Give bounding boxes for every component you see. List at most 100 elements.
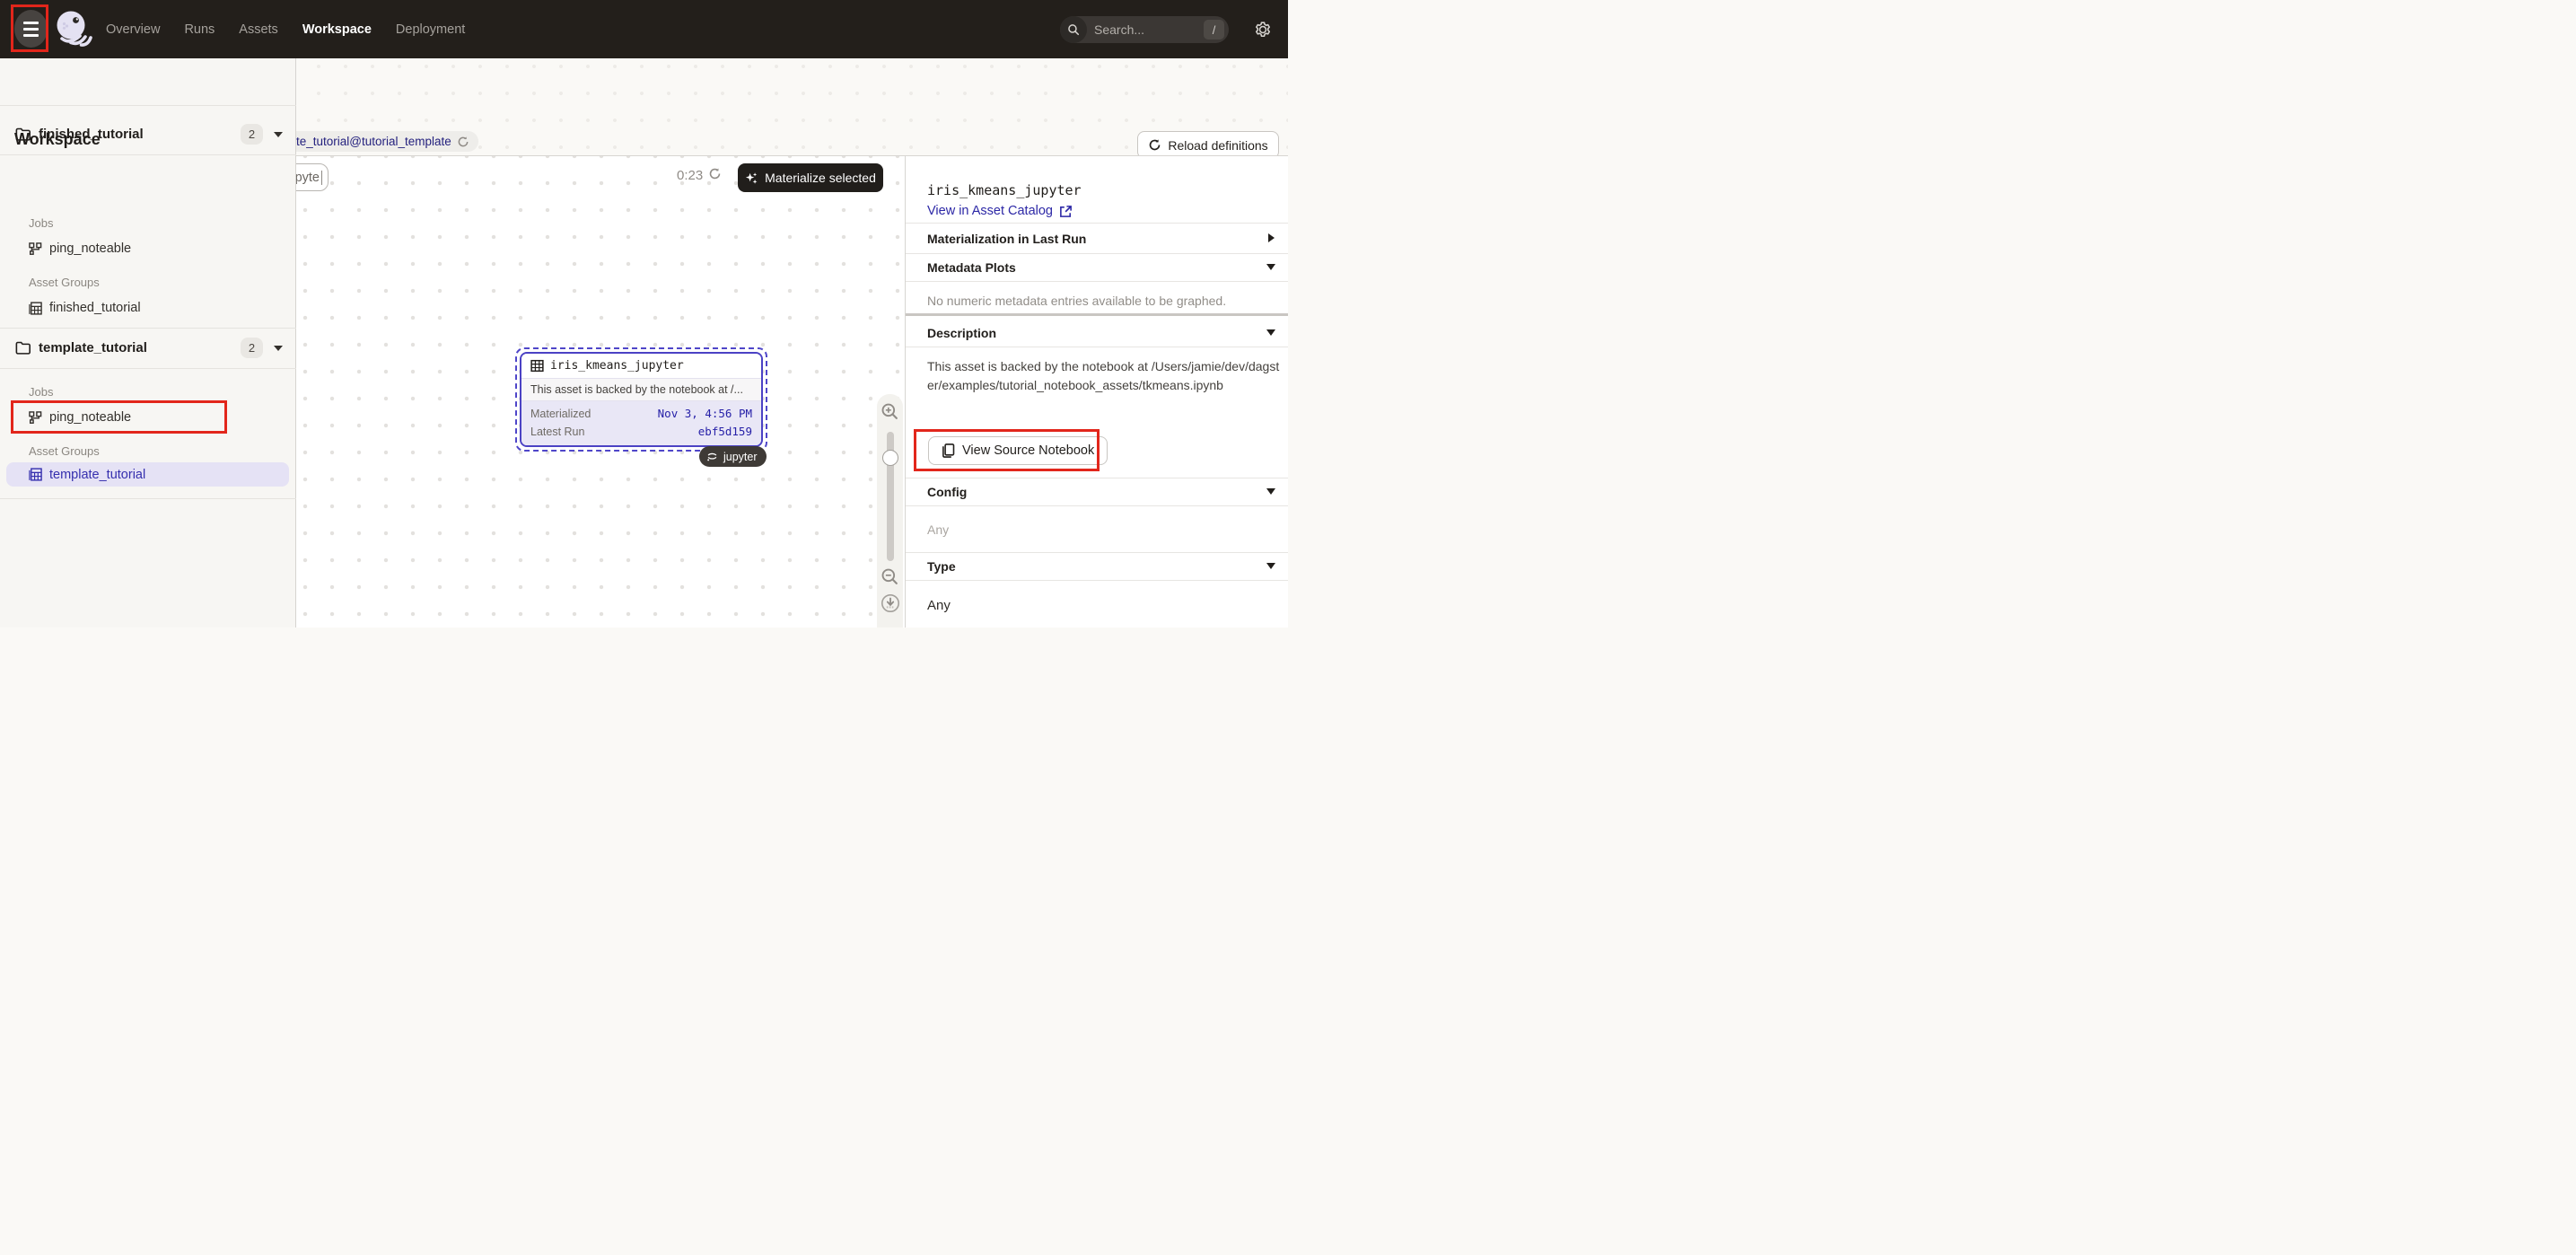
- materialize-selected-label: Materialize selected: [765, 171, 876, 185]
- section-config[interactable]: Config: [927, 485, 967, 499]
- divider: [0, 105, 296, 106]
- external-link-icon: [1059, 205, 1073, 218]
- asset-graph-canvas[interactable]: pyte 0:23 Materialize selected iris_kmea…: [296, 155, 905, 628]
- divider: [906, 505, 1288, 506]
- asset-node-header: iris_kmeans_jupyter: [521, 354, 761, 379]
- asset-inspector-panel: iris_kmeans_jupyter View in Asset Catalo…: [905, 155, 1288, 628]
- search-input[interactable]: Search... /: [1060, 16, 1229, 43]
- asset-groups-section-label: Asset Groups: [29, 444, 100, 458]
- zoom-out-icon[interactable]: [881, 567, 899, 586]
- config-value: Any: [927, 522, 949, 537]
- job-name: ping_noteable: [49, 410, 131, 425]
- repo-row-template-tutorial[interactable]: template_tutorial 2: [0, 328, 296, 368]
- nav-item-runs[interactable]: Runs: [184, 22, 215, 37]
- dagster-logo[interactable]: [53, 8, 94, 49]
- workspace-sidebar: Workspace finished_tutorial 2 Jobs ping_…: [0, 58, 296, 628]
- hamburger-icon: [23, 22, 39, 24]
- divider: [0, 498, 296, 499]
- hamburger-menu-button[interactable]: [14, 10, 48, 48]
- dagster-workspace-page: te_tutorial@tutorial_template Reload def…: [0, 0, 1288, 628]
- nav-item-overview[interactable]: Overview: [106, 22, 160, 37]
- code-location-label: te_tutorial@tutorial_template: [296, 135, 451, 148]
- chevron-right-icon[interactable]: [1268, 233, 1275, 242]
- sidebar-item-group-finished-tutorial[interactable]: finished_tutorial: [0, 295, 296, 320]
- download-view-icon[interactable]: [881, 593, 900, 613]
- top-navigation-bar: Overview Runs Assets Workspace Deploymen…: [0, 0, 1288, 58]
- folder-icon: [15, 341, 31, 355]
- reload-definitions-label: Reload definitions: [1168, 138, 1267, 153]
- zoom-in-icon[interactable]: [881, 402, 899, 421]
- nav-links: Overview Runs Assets Workspace Deploymen…: [106, 0, 465, 58]
- sparkle-icon: [745, 171, 758, 185]
- folder-icon: [15, 127, 31, 141]
- nav-item-deployment[interactable]: Deployment: [396, 22, 465, 37]
- code-location-tag[interactable]: te_tutorial@tutorial_template: [285, 131, 478, 152]
- divider: [0, 154, 296, 155]
- repo-name: finished_tutorial: [39, 127, 144, 142]
- materialized-row: Materialized Nov 3, 4:56 PM: [530, 407, 752, 420]
- materialize-selected-button[interactable]: Materialize selected: [738, 163, 883, 192]
- materialized-value[interactable]: Nov 3, 4:56 PM: [658, 407, 752, 420]
- repo-count-badge: 2: [241, 338, 263, 358]
- nav-item-assets[interactable]: Assets: [239, 22, 278, 37]
- divider: [906, 281, 1288, 282]
- zoom-slider-thumb[interactable]: [882, 450, 898, 466]
- search-shortcut-badge: /: [1204, 20, 1224, 39]
- inspector-asset-name: iris_kmeans_jupyter: [927, 182, 1082, 198]
- jobs-section-label: Jobs: [29, 385, 53, 399]
- search-icon: [1060, 16, 1087, 43]
- nav-item-workspace[interactable]: Workspace: [302, 22, 372, 37]
- reload-icon: [1148, 138, 1161, 152]
- chevron-down-icon[interactable]: [1266, 329, 1275, 336]
- asset-group-name: finished_tutorial: [49, 301, 141, 315]
- section-description[interactable]: Description: [927, 326, 996, 340]
- sidebar-item-group-template-tutorial[interactable]: template_tutorial: [6, 462, 289, 487]
- asset-group-icon: [29, 302, 42, 315]
- section-metadata-plots[interactable]: Metadata Plots: [927, 260, 1016, 275]
- repo-row-finished-tutorial[interactable]: finished_tutorial 2: [0, 114, 296, 154]
- refresh-timer: 0:23: [677, 168, 703, 183]
- repo-name: template_tutorial: [39, 340, 147, 355]
- asset-node-name: iris_kmeans_jupyter: [550, 359, 684, 373]
- jupyter-tag[interactable]: jupyter: [699, 446, 767, 467]
- search-placeholder: Search...: [1087, 22, 1204, 37]
- table-icon: [530, 359, 544, 373]
- chevron-down-icon[interactable]: [1266, 488, 1275, 495]
- view-source-notebook-label: View Source Notebook: [962, 443, 1094, 458]
- section-materialization-last-run[interactable]: Materialization in Last Run: [927, 232, 1086, 246]
- job-icon: [29, 411, 42, 425]
- type-value: Any: [927, 598, 951, 613]
- chevron-down-icon[interactable]: [1266, 264, 1275, 270]
- graph-filter-value: pyte: [295, 171, 322, 185]
- metadata-empty-message: No numeric metadata entries available to…: [927, 294, 1226, 308]
- chevron-down-icon[interactable]: [1266, 563, 1275, 569]
- description-text: This asset is backed by the notebook at …: [927, 357, 1284, 395]
- job-icon: [29, 242, 42, 256]
- materialized-label: Materialized: [530, 408, 591, 420]
- view-in-asset-catalog-link[interactable]: View in Asset Catalog: [927, 204, 1073, 218]
- sidebar-item-job-ping-noteable[interactable]: ping_noteable: [0, 236, 296, 261]
- chevron-down-icon[interactable]: [274, 132, 283, 137]
- asset-node-description: This asset is backed by the notebook at …: [521, 379, 761, 401]
- divider: [906, 223, 1288, 224]
- jobs-section-label: Jobs: [29, 216, 53, 230]
- settings-gear-icon[interactable]: [1253, 20, 1273, 39]
- latest-run-value[interactable]: ebf5d159: [698, 425, 752, 438]
- asset-node-iris-kmeans-jupyter[interactable]: iris_kmeans_jupyter This asset is backed…: [520, 352, 763, 447]
- catalog-link-label: View in Asset Catalog: [927, 204, 1053, 218]
- refresh-icon[interactable]: [457, 136, 469, 148]
- repo-count-badge: 2: [241, 124, 263, 145]
- divider: [906, 580, 1288, 581]
- view-source-notebook-button[interactable]: View Source Notebook: [928, 436, 1108, 465]
- asset-group-icon: [29, 468, 42, 481]
- graph-refresh-icon[interactable]: [708, 167, 722, 180]
- divider-thick: [906, 313, 1288, 316]
- asset-node-selection: iris_kmeans_jupyter This asset is backed…: [515, 347, 767, 452]
- divider: [906, 552, 1288, 553]
- notebook-icon: [942, 443, 955, 458]
- divider: [0, 368, 296, 369]
- asset-groups-section-label: Asset Groups: [29, 276, 100, 289]
- section-type[interactable]: Type: [927, 559, 956, 574]
- sidebar-item-job-ping-noteable[interactable]: ping_noteable: [0, 405, 296, 430]
- chevron-down-icon[interactable]: [274, 346, 283, 351]
